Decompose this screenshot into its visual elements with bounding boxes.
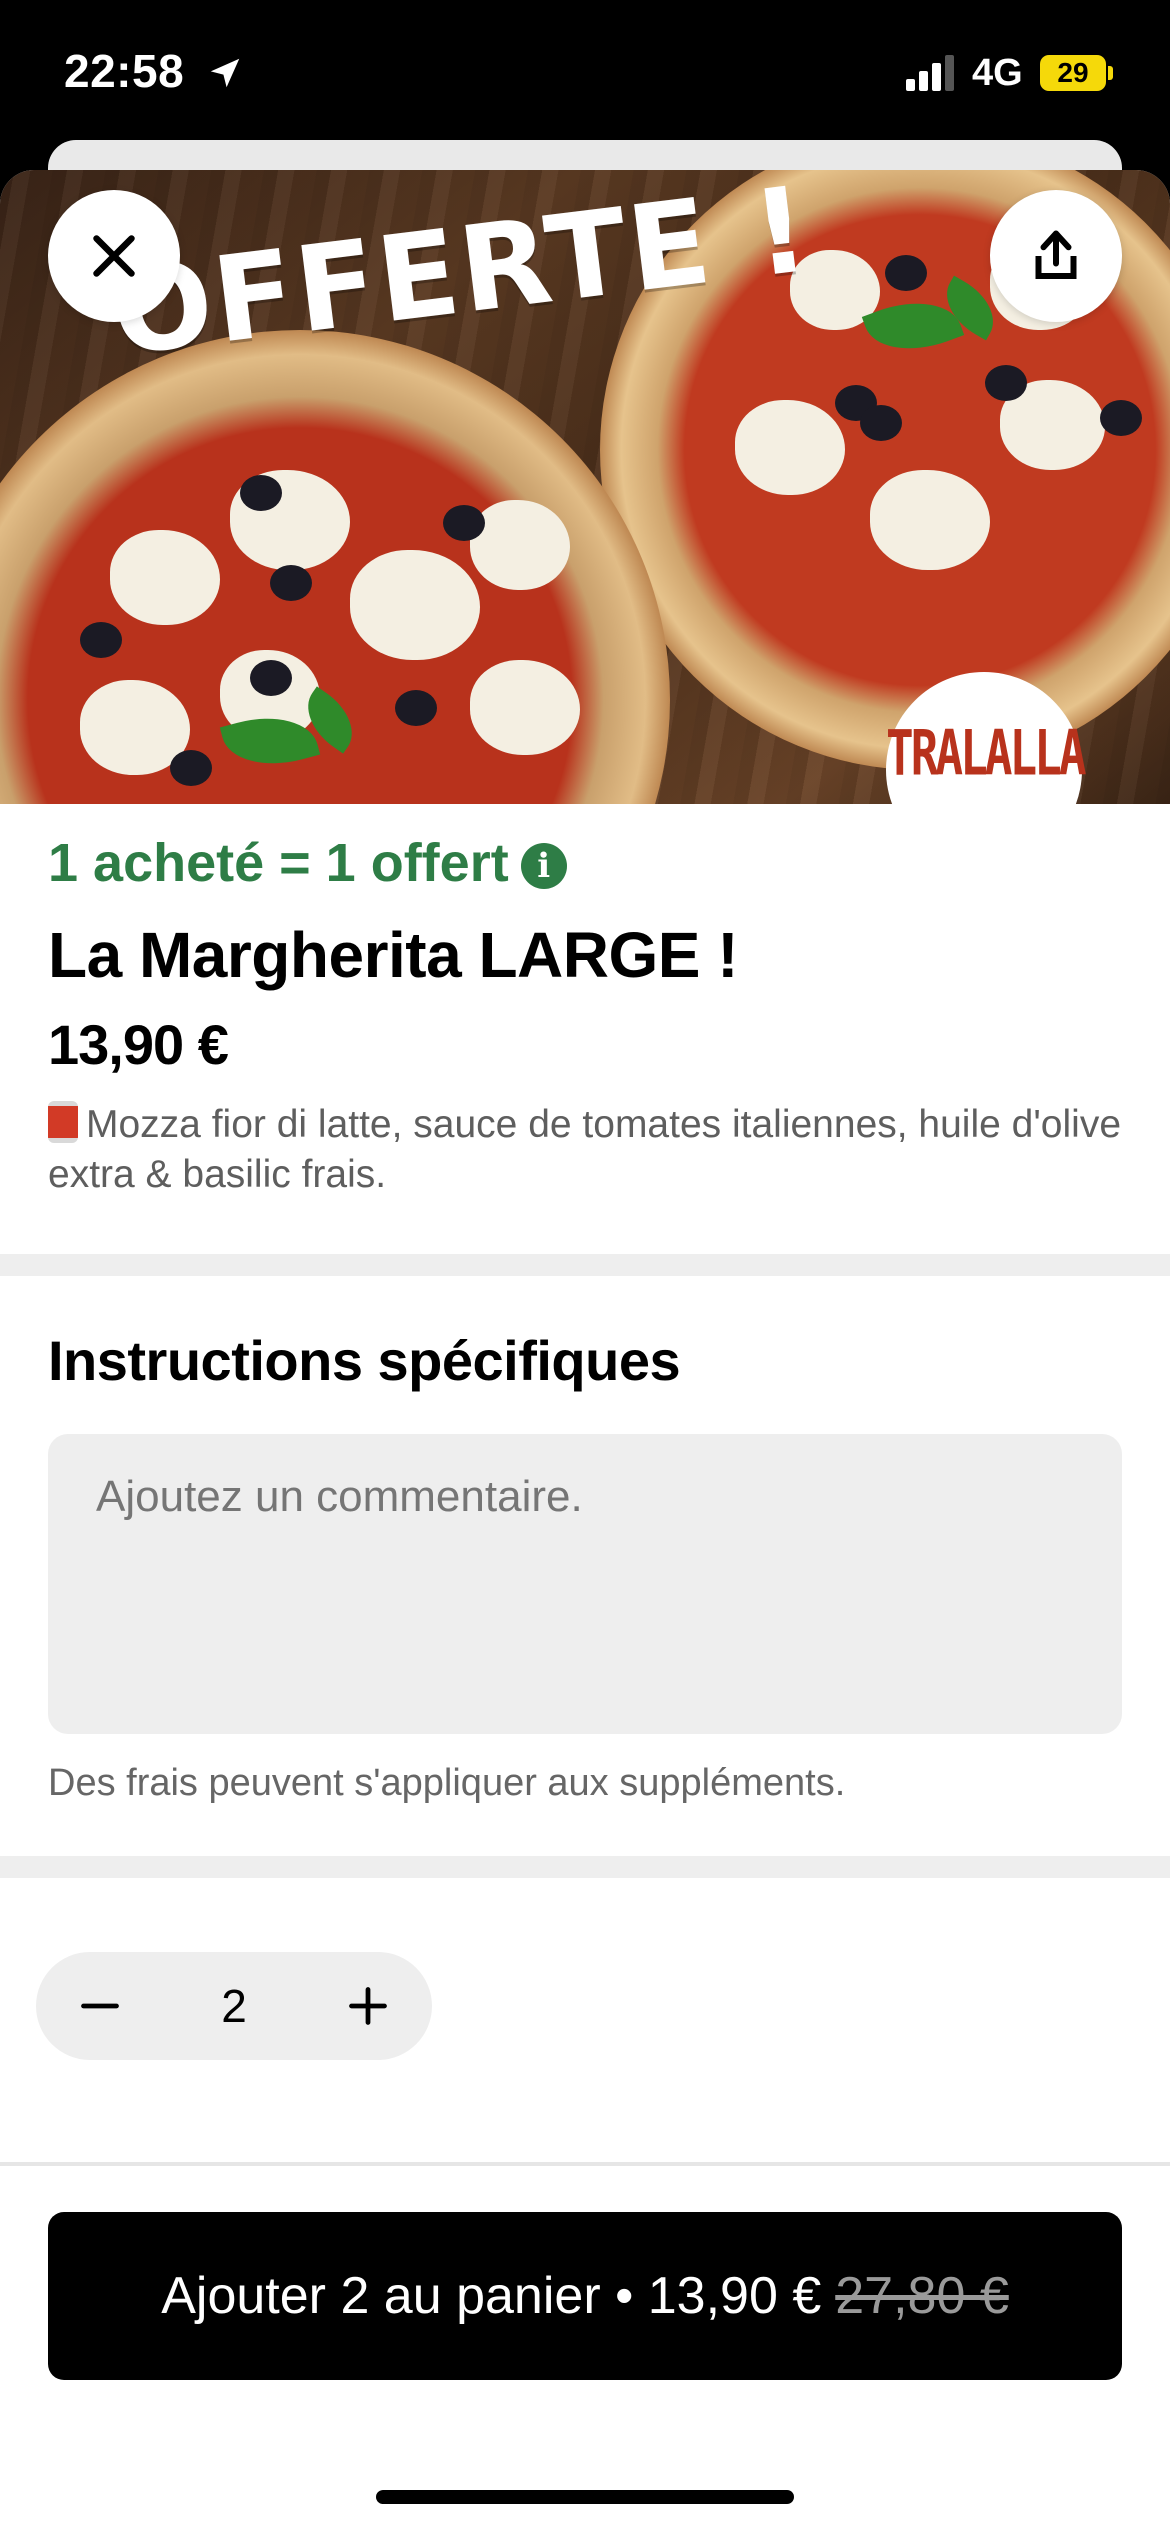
share-button[interactable] (990, 190, 1122, 322)
olive (860, 405, 902, 441)
promo-text: 1 acheté = 1 offert (48, 833, 509, 893)
product-price: 13,90 € (48, 1013, 229, 1076)
increment-button[interactable] (324, 1962, 412, 2050)
olive (80, 622, 122, 658)
section-divider (0, 1856, 1170, 1878)
close-button[interactable] (48, 190, 180, 322)
home-indicator[interactable] (376, 2490, 794, 2504)
mozzarella (735, 400, 845, 495)
quantity-value: 2 (221, 1980, 247, 2032)
olive (270, 565, 312, 601)
location-arrow-icon (210, 58, 240, 88)
olive (170, 750, 212, 786)
promo-label: 1 acheté = 1 offert i (48, 832, 567, 894)
close-icon (93, 235, 135, 277)
add-to-cart-label: Ajouter 2 au panier • 13,90 € (161, 2267, 822, 2325)
battery-cap (1108, 66, 1113, 80)
product-title: La Margherita LARGE ! (48, 919, 739, 991)
section-divider (0, 1254, 1170, 1276)
battery-indicator: 29 (1040, 55, 1106, 91)
mozzarella (470, 500, 570, 590)
network-label: 4G (972, 52, 1023, 94)
quantity-stepper: 2 (36, 1952, 432, 2060)
product-description-text: Mozza fior di latte, sauce de tomates it… (48, 1103, 1122, 1196)
decrement-button[interactable] (56, 1962, 144, 2050)
mozzarella (350, 550, 480, 660)
tomato-can-icon (48, 1101, 78, 1143)
share-icon (1035, 230, 1077, 279)
signal-icon (906, 55, 954, 91)
olive (395, 690, 437, 726)
instructions-title: Instructions spécifiques (48, 1329, 681, 1392)
olive (443, 505, 485, 541)
olive (250, 660, 292, 696)
olive (1100, 400, 1142, 436)
mozzarella (110, 530, 220, 625)
minus-icon (81, 2003, 119, 2009)
product-description: Mozza fior di latte, sauce de tomates it… (48, 1100, 1128, 1200)
mozzarella (870, 470, 990, 570)
item-detail-sheet: OFFERTE ! TRALALLA 1 acheté = 1 offert i … (0, 170, 1170, 2532)
info-icon[interactable]: i (520, 843, 567, 889)
olive (240, 475, 282, 511)
olive (885, 255, 927, 291)
plus-icon (349, 1987, 387, 2025)
comment-input[interactable] (48, 1434, 1122, 1734)
old-price: 27,80 € (835, 2267, 1009, 2325)
footer-divider (0, 2162, 1170, 2166)
brand-logo-text: TRALALLA (886, 716, 1087, 790)
olive (985, 365, 1027, 401)
mozzarella (470, 660, 580, 755)
status-bar: 22:58 4G 29 (0, 0, 1170, 150)
add-to-cart-button[interactable]: Ajouter 2 au panier • 13,90 €27,80 € (48, 2212, 1122, 2380)
status-time: 22:58 (64, 45, 185, 97)
product-image: OFFERTE ! TRALALLA (0, 170, 1170, 804)
fee-note: Des frais peuvent s'appliquer aux supplé… (48, 1762, 846, 1804)
